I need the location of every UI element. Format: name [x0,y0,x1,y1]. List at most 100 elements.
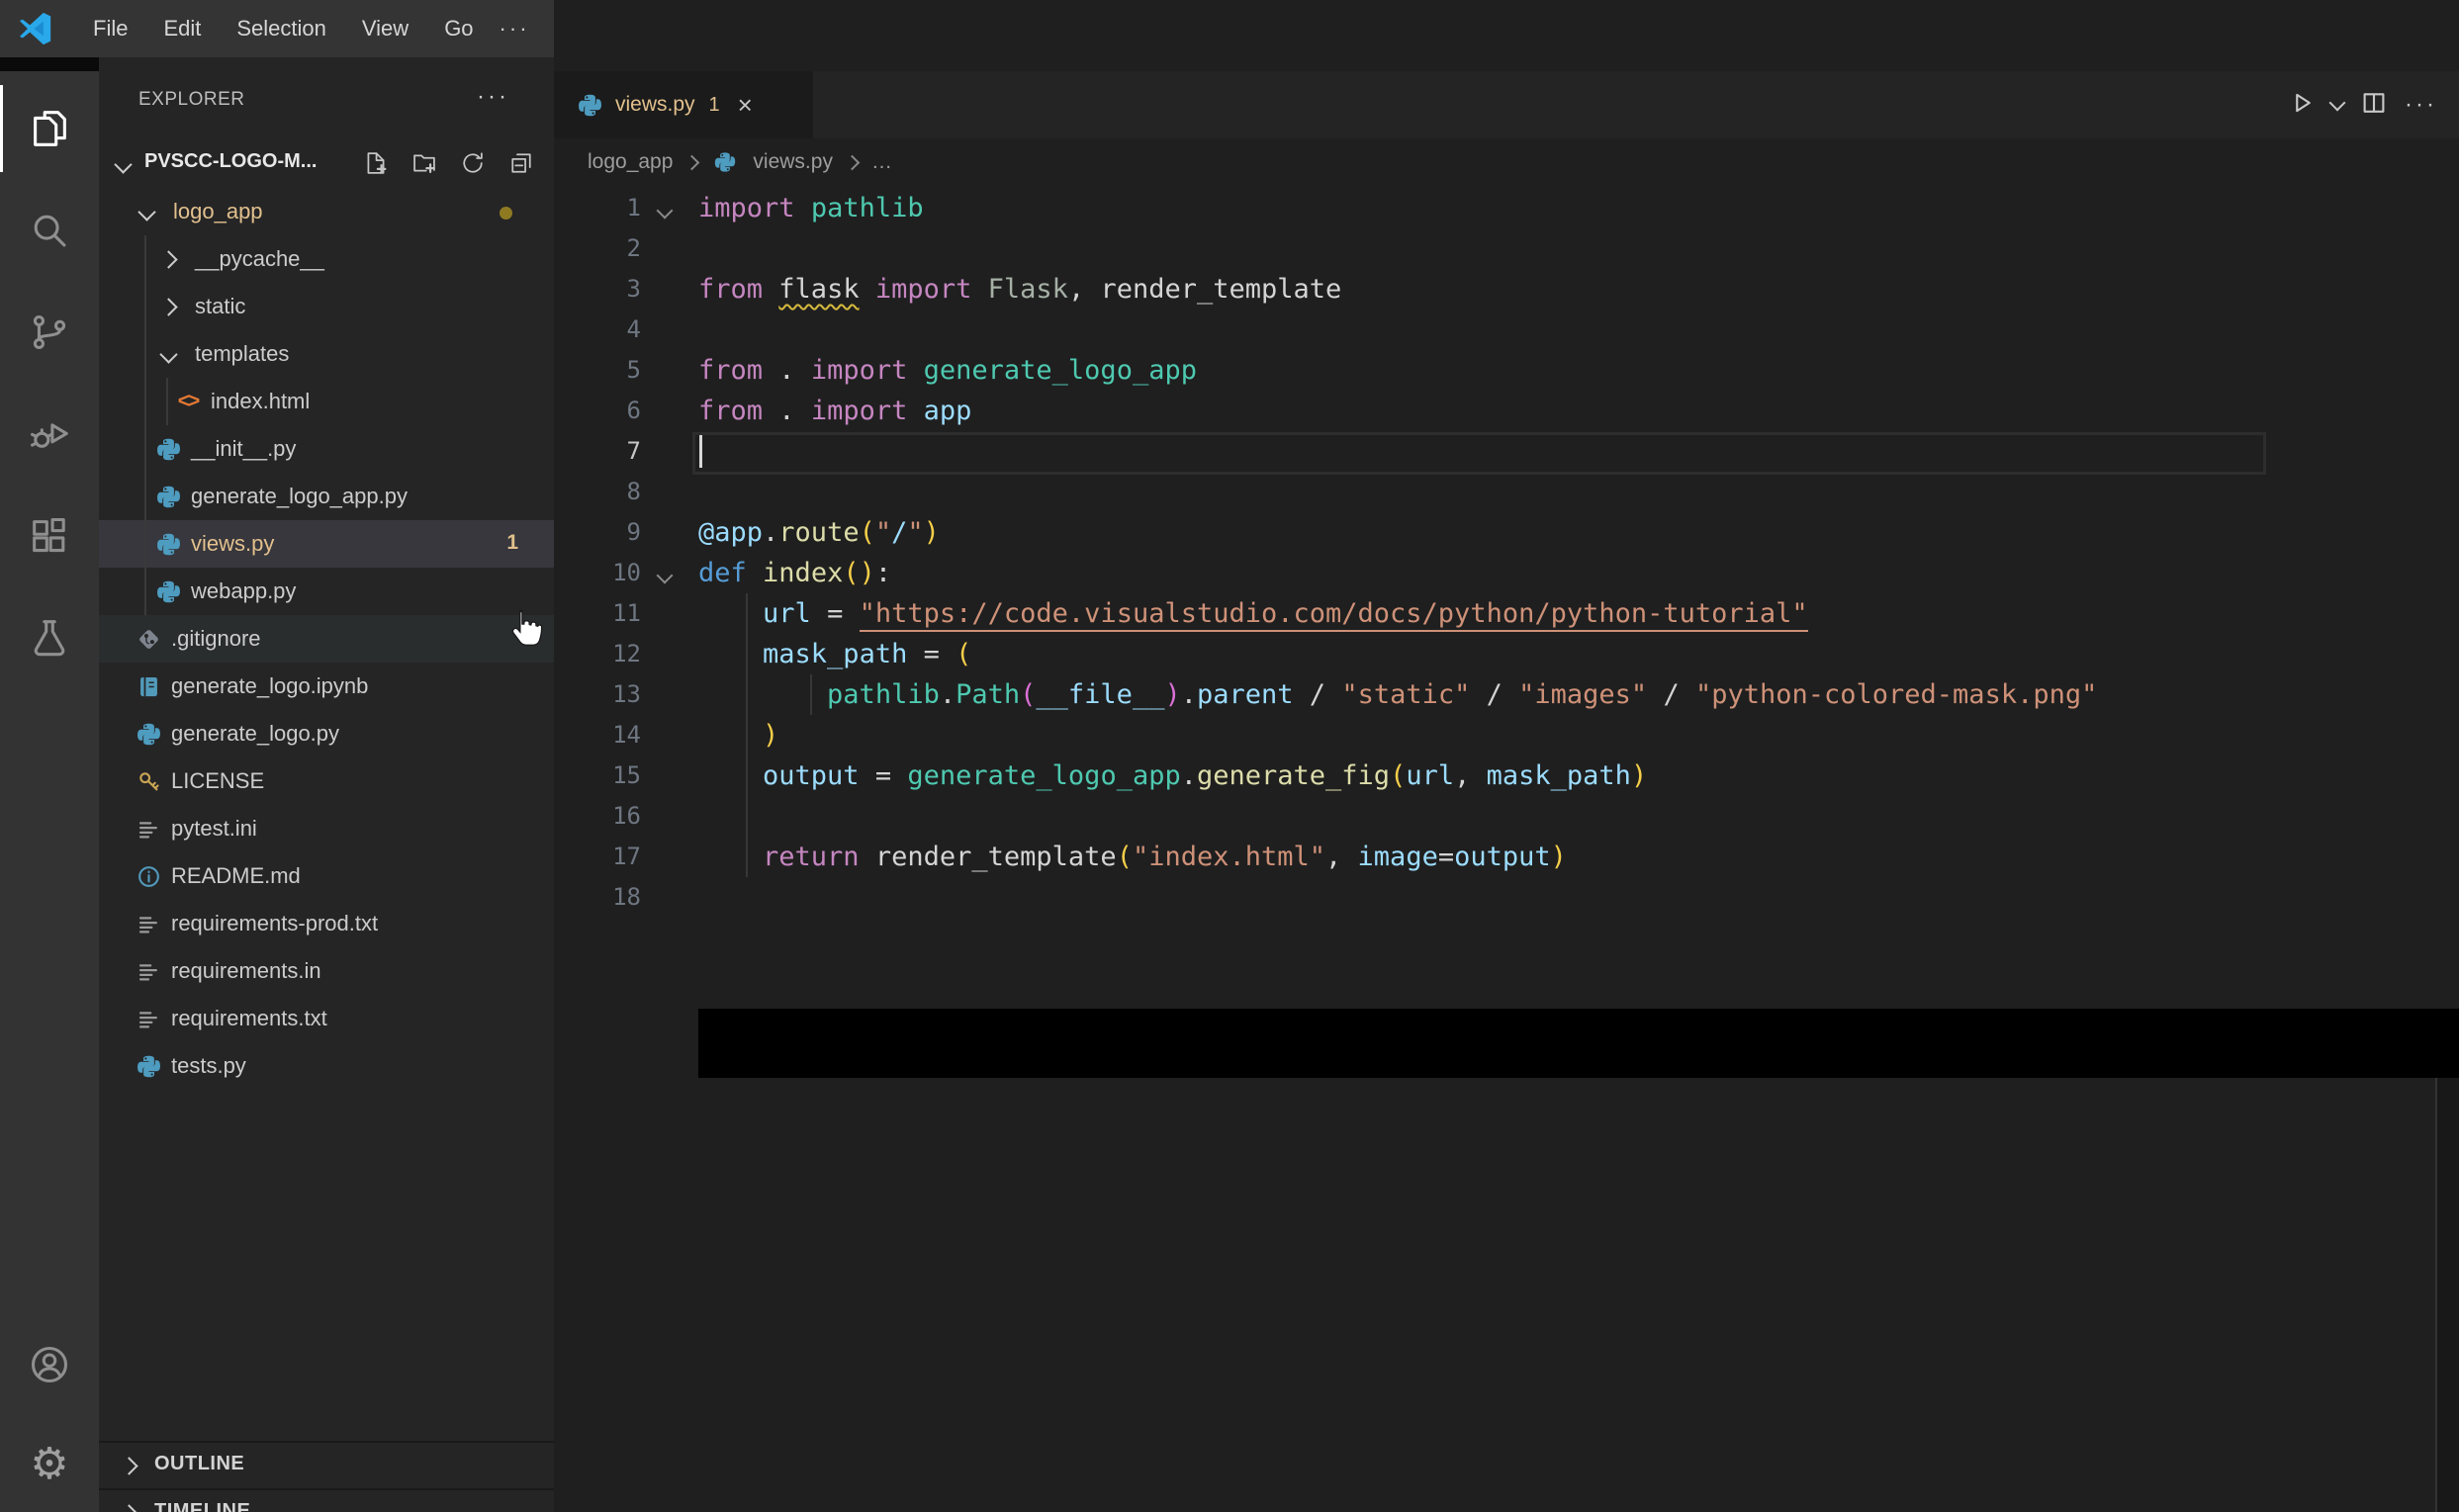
activity-explorer-icon[interactable] [0,79,99,178]
tree-item-logo-app[interactable]: logo_app [99,188,554,235]
code-line-10[interactable]: 10 def index(): [554,553,2459,593]
python-icon [154,435,182,463]
outline-section[interactable]: OUTLINE [99,1441,554,1488]
text-cursor [699,435,702,468]
mouse-cursor-hand [502,605,548,655]
activity-source-control-icon[interactable] [0,283,99,382]
tree-item--init-py[interactable]: __init__.py [99,425,554,473]
tree-item-pytest-ini[interactable]: pytest.ini [99,805,554,852]
split-editor-icon[interactable] [2359,88,2389,123]
code-text: from flask import Flask, render_template [698,274,1342,305]
tree-item-generate-logo-ipynb[interactable]: generate_logo.ipynb [99,663,554,710]
tab-views-py[interactable]: views.py 1 × [554,71,813,138]
fold-chevron-down-icon[interactable] [656,567,674,584]
timeline-label: TIMELINE [154,1500,251,1512]
code-line-18[interactable]: 18 [554,877,2459,918]
menu-more-icon[interactable]: ··· [488,16,542,42]
tree-item-label: generate_logo.ipynb [171,673,369,698]
tree-item-tests-py[interactable]: tests.py [99,1042,554,1090]
menu-file[interactable]: File [79,10,141,47]
tree-item-readme-md[interactable]: README.md [99,852,554,900]
code-line-1[interactable]: 1 import pathlib [554,188,2459,228]
breadcrumb-item[interactable]: views.py [753,150,833,174]
project-section-header[interactable]: PVSCC-LOGO-M... [99,140,554,188]
python-icon [154,578,182,605]
tree-item-requirements-txt[interactable]: requirements.txt [99,995,554,1042]
activity-account-icon[interactable] [0,1315,99,1414]
line-number: 17 [612,843,641,870]
code-line-11[interactable]: 11 url = "https://code.visualstudio.com/… [554,593,2459,634]
collapse-all-icon[interactable] [504,146,538,180]
tree-item-requirements-in[interactable]: requirements.in [99,947,554,995]
new-folder-icon[interactable] [408,146,441,180]
tree-item-templates[interactable]: templates [99,330,554,378]
code-line-3[interactable]: 3 from flask import Flask, render_templat… [554,269,2459,310]
tree-item-label: __pycache__ [195,246,324,271]
activity-extensions-icon[interactable] [0,487,99,585]
activity-testing-icon[interactable] [0,588,99,687]
new-file-icon[interactable] [359,146,393,180]
more-actions-icon[interactable]: ··· [2405,91,2437,119]
code-line-7[interactable]: 7 [554,431,2459,475]
menu-edit[interactable]: Edit [149,10,215,47]
code-text: return render_template("index.html", ima… [763,842,1567,872]
chevron-right-icon[interactable] [120,1457,138,1475]
tree-item-static[interactable]: static [99,283,554,330]
menu-view[interactable]: View [348,10,422,47]
activity-settings-icon[interactable]: ⚙ [0,1415,99,1512]
code-line-12[interactable]: 12 mask_path = ( [554,634,2459,674]
tree-item-label: generate_logo.py [171,721,340,746]
timeline-section[interactable]: TIMELINE [99,1488,554,1512]
tree-item-requirements-prod-txt[interactable]: requirements-prod.txt [99,900,554,947]
line-number: 1 [626,194,641,222]
tree-item--pycache-[interactable]: __pycache__ [99,235,554,283]
chevron-right-icon[interactable] [120,1504,138,1512]
chevron-down-icon[interactable] [114,155,133,174]
breadcrumb-item[interactable]: … [871,150,892,174]
tree-item-generate-logo-app-py[interactable]: generate_logo_app.py [99,473,554,520]
code-text: url = "https://code.visualstudio.com/doc… [698,593,1808,634]
code-line-16[interactable]: 16 [554,796,2459,837]
code-line-9[interactable]: 9 @app.route("/") [554,512,2459,553]
tree-item-views-py[interactable]: views.py 1 [99,520,554,568]
line-number: 13 [612,680,641,708]
code-line-14[interactable]: 14 ) [554,715,2459,756]
line-number: 15 [612,761,641,789]
code-editor[interactable]: 1 import pathlib 2 3 from flask import Flask… [554,188,2459,918]
activity-run-debug-icon[interactable] [0,385,99,484]
line-number: 8 [626,478,641,505]
code-line-8[interactable]: 8 [554,472,2459,512]
tree-item-webapp-py[interactable]: webapp.py [99,568,554,615]
tree-item-license[interactable]: LICENSE [99,757,554,805]
close-icon[interactable]: × [738,90,753,121]
run-icon[interactable] [2286,88,2316,123]
code-line-13[interactable]: 13 pathlib.Path(__file__).parent / "stat… [554,674,2459,715]
tree-item-label: views.py [191,531,275,556]
explorer-more-icon[interactable]: ··· [477,83,509,111]
refresh-icon[interactable] [456,146,490,180]
tree-item-label: __init__.py [191,436,297,461]
fold-chevron-down-icon[interactable] [656,202,674,220]
editor-actions: ··· [2286,71,2437,138]
python-icon [711,148,739,176]
code-text: import pathlib [698,193,924,223]
run-dropdown-icon[interactable] [2328,94,2346,112]
tree-item-label: tests.py [171,1053,246,1078]
code-line-4[interactable]: 4 [554,310,2459,350]
menu-go[interactable]: Go [430,10,487,47]
activity-search-icon[interactable] [0,181,99,280]
code-line-2[interactable]: 2 [554,228,2459,269]
tree-item-label: index.html [211,389,311,413]
tree-item-generate-logo-py[interactable]: generate_logo.py [99,710,554,757]
code-line-15[interactable]: 15 output = generate_logo_app.generate_f… [554,756,2459,796]
tab-dirty-badge: 1 [708,93,720,116]
tree-item-label: requirements.txt [171,1006,327,1030]
breadcrumb-item[interactable]: logo_app [588,150,673,174]
tree-item--gitignore[interactable]: .gitignore [99,615,554,663]
code-line-5[interactable]: 5 from . import generate_logo_app [554,350,2459,391]
code-line-17[interactable]: 17 return render_template("index.html", … [554,837,2459,877]
tree-item-label: templates [195,341,290,366]
code-line-6[interactable]: 6 from . import app [554,391,2459,431]
info-icon [135,862,162,890]
menu-selection[interactable]: Selection [223,10,340,47]
